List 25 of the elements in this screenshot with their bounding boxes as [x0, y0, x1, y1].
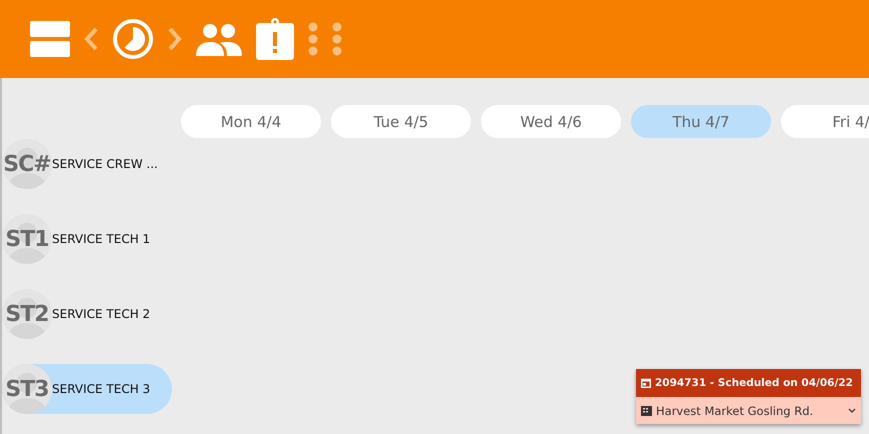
clock-icon[interactable]: [112, 18, 154, 60]
chevron-right-icon[interactable]: [168, 27, 182, 51]
avatar-initials: ST3: [5, 376, 49, 402]
crew-name: SERVICE TECH 3: [52, 382, 150, 396]
people-icon[interactable]: [196, 22, 242, 56]
crew-name: SERVICE TECH 1: [52, 232, 150, 246]
crew-name: SERVICE CREW ...: [52, 157, 158, 171]
day-tab[interactable]: Mon 4/4: [181, 105, 321, 138]
calendar-icon: [641, 378, 651, 388]
clipboard-alert-icon[interactable]: [256, 18, 294, 60]
chevron-left-icon[interactable]: [84, 27, 98, 51]
chevron-down-icon[interactable]: [848, 408, 856, 413]
job-location: Harvest Market Gosling Rd.: [656, 404, 814, 418]
apps-icon[interactable]: [308, 22, 342, 56]
day-tab[interactable]: Thu 4/7: [631, 105, 771, 138]
crew-name: SERVICE TECH 2: [52, 307, 150, 321]
job-title: 2094731 - Scheduled on 04/06/22: [655, 377, 853, 389]
day-tab[interactable]: Wed 4/6: [481, 105, 621, 138]
day-tab[interactable]: Tue 4/5: [331, 105, 471, 138]
layout-icon[interactable]: [30, 21, 70, 57]
avatar-initials: SC#: [3, 152, 51, 176]
avatar-initials: ST1: [5, 226, 49, 252]
avatar-initials: ST2: [5, 302, 49, 326]
job-card[interactable]: 2094731 - Scheduled on 04/06/22 Harvest Market Gosling Rd.: [636, 369, 861, 424]
building-icon: [641, 406, 652, 416]
